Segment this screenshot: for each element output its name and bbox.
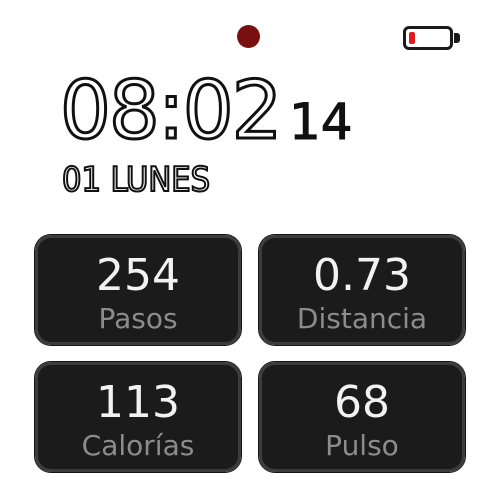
distance-label: Distancia	[296, 302, 428, 335]
battery-level-fill	[409, 32, 415, 44]
clock-time: 08:02	[59, 64, 285, 157]
pulse-tile[interactable]: 68 Pulso	[258, 361, 466, 473]
distance-tile[interactable]: 0.73 Distancia	[258, 234, 466, 346]
clock-seconds: 14	[289, 93, 354, 151]
calories-tile[interactable]: 113 Calorías	[34, 361, 242, 473]
calories-value: 113	[96, 377, 180, 428]
steps-tile[interactable]: 254 Pasos	[34, 234, 242, 346]
steps-label: Pasos	[98, 302, 178, 335]
battery-low-icon	[403, 26, 460, 50]
pulse-value: 68	[334, 377, 390, 428]
record-dot-icon	[237, 25, 260, 48]
distance-value: 0.73	[313, 250, 411, 301]
steps-value: 254	[96, 250, 180, 301]
calories-label: Calorías	[81, 429, 195, 462]
clock-date: 01 LUNES	[61, 159, 211, 201]
watch-face: 08:02 14 01 LUNES 254 Pasos 0.73 Distanc…	[0, 0, 500, 500]
pulse-label: Pulso	[325, 429, 399, 462]
battery-cap	[454, 33, 460, 43]
